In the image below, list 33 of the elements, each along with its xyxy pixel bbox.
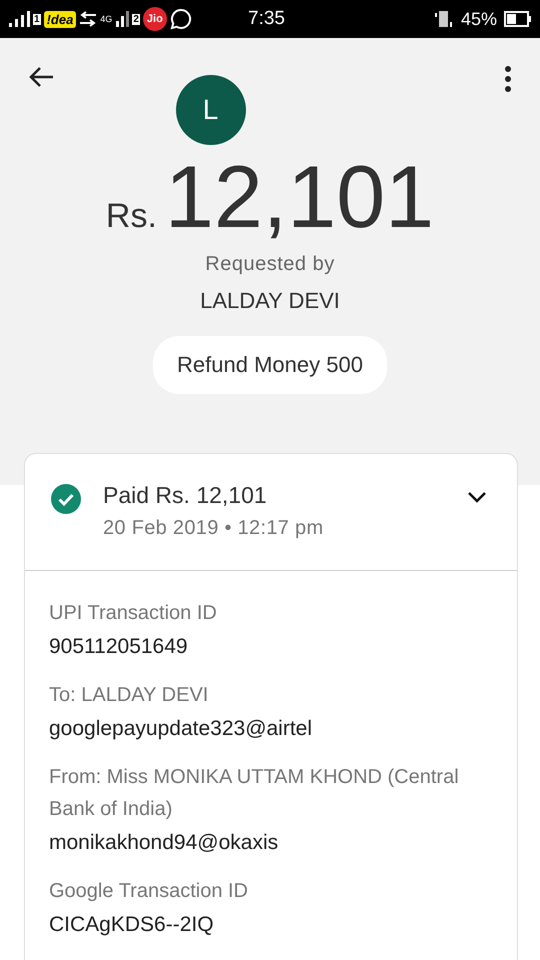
- requested-label: Requested by: [205, 253, 335, 276]
- payment-status: Paid Rs. 12,101: [103, 482, 268, 509]
- payment-note: Refund Money 500: [153, 336, 387, 394]
- detail-value: monikakhond94@okaxis: [49, 831, 280, 855]
- more-options-icon[interactable]: [504, 66, 512, 92]
- payment-date: 20 Feb 2019 • 12:17 pm: [103, 517, 324, 540]
- network-type: 4G: [100, 14, 112, 24]
- carrier-logo: !dea: [44, 10, 76, 28]
- back-arrow-icon[interactable]: [28, 66, 54, 88]
- sim-number: 1: [33, 14, 41, 24]
- currency-label: Rs.: [106, 197, 157, 236]
- avatar: L: [176, 75, 246, 145]
- detail-label: To: LALDAY DEVI: [49, 683, 210, 708]
- vibrate-icon: [434, 10, 454, 28]
- requester-name: LALDAY DEVI: [200, 288, 340, 314]
- carrier-logo: Jio: [142, 7, 167, 31]
- detail-label: UPI Transaction ID: [49, 601, 218, 626]
- detail-value: CICAgKDS6--2IQ: [49, 913, 215, 937]
- sim-number: 2: [132, 14, 140, 24]
- clock: 7:35: [248, 8, 285, 30]
- detail-label: Google Transaction ID: [49, 879, 249, 904]
- amount: 12,101: [164, 146, 434, 248]
- detail-value: googlepayupdate323@airtel: [49, 717, 314, 741]
- detail-label: From: Miss MONIKA UTTAM KHOND (Central Bank of India): [49, 765, 460, 822]
- battery-percent: 45%: [460, 8, 497, 30]
- signal-icon: [8, 11, 30, 27]
- detail-value: 905112051649: [49, 635, 189, 659]
- check-circle-icon: [51, 484, 81, 514]
- battery-icon: [504, 11, 532, 27]
- chat-bubble-icon: [170, 8, 192, 30]
- signal-icon: [115, 11, 130, 27]
- data-arrows-icon: [79, 11, 98, 27]
- chevron-icon[interactable]: [467, 490, 487, 504]
